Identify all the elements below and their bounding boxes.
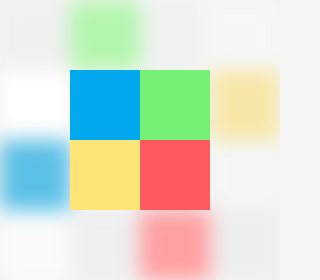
green-tile — [140, 70, 210, 140]
blurred-cell-middle-left — [0, 70, 70, 140]
blue-tile — [70, 70, 140, 140]
blurred-cell-lower-right — [210, 140, 280, 210]
blurred-cell-top-left — [0, 0, 70, 70]
blurred-cell-bottom-center-right — [140, 210, 210, 280]
blurred-cell-bottom-right — [210, 210, 280, 280]
blurred-cell-bottom-left — [0, 210, 70, 280]
image-canvas — [0, 0, 280, 280]
blurred-cell-lower-left — [0, 140, 70, 210]
four-color-tile-grid — [70, 70, 210, 210]
blurred-cell-top-center-left — [70, 0, 140, 70]
blurred-cell-bottom-center-left — [70, 210, 140, 280]
blurred-cell-top-right — [210, 0, 280, 70]
blurred-cell-middle-right — [210, 70, 280, 140]
blurred-cell-top-center-right — [140, 0, 210, 70]
yellow-tile — [70, 140, 140, 210]
red-tile — [140, 140, 210, 210]
